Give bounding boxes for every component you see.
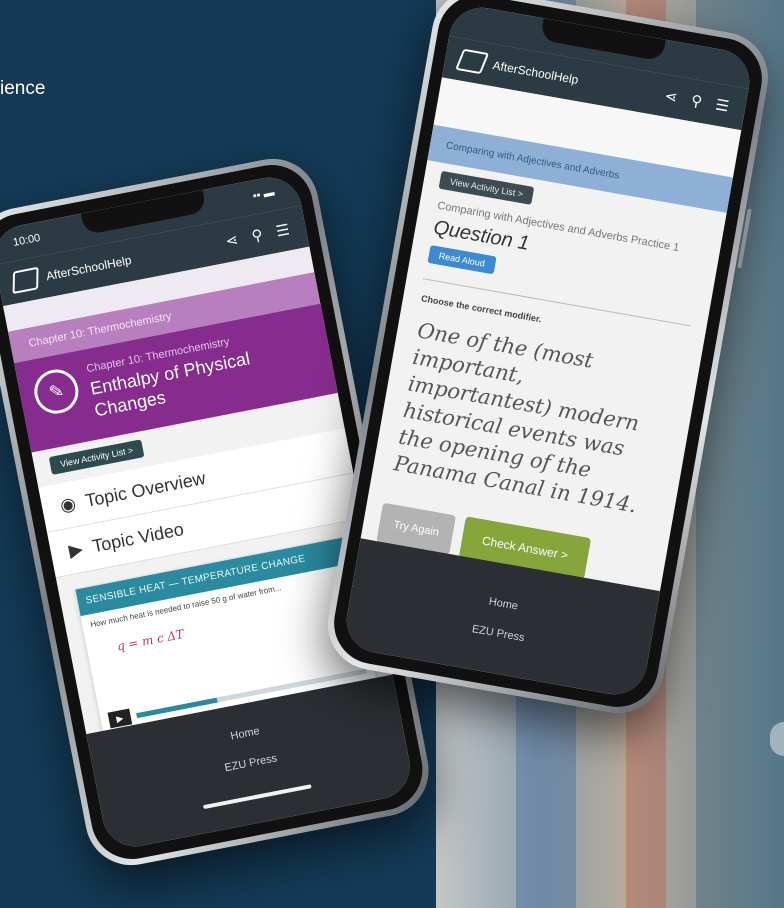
app-name: AfterSchoolHelp bbox=[491, 58, 580, 88]
share-icon[interactable]: ⋖ bbox=[661, 86, 682, 107]
app-logo-icon bbox=[12, 266, 39, 295]
eye-icon: ◉ bbox=[58, 493, 78, 516]
app-name: AfterSchoolHelp bbox=[44, 252, 133, 284]
handwritten-notes: q = m c ΔT bbox=[115, 626, 185, 654]
tab-home[interactable]: Home bbox=[488, 596, 519, 613]
battery-icon: ▪▪ ▬ bbox=[251, 186, 276, 203]
menu-icon[interactable]: ☰ bbox=[712, 95, 733, 116]
search-icon[interactable]: ⚲ bbox=[686, 91, 707, 112]
status-time: 10:00 bbox=[12, 231, 42, 249]
share-icon[interactable]: ⋖ bbox=[221, 230, 242, 251]
tab-home[interactable]: Home bbox=[230, 725, 261, 742]
pencil-circle-icon: ✎ bbox=[30, 365, 83, 418]
search-icon[interactable]: ⚲ bbox=[247, 225, 268, 246]
menu-icon[interactable]: ☰ bbox=[272, 220, 293, 241]
play-triangle-icon: ▶ bbox=[67, 538, 85, 561]
background-partial-text: ience bbox=[0, 78, 46, 99]
app-logo-icon bbox=[455, 48, 490, 75]
read-aloud-button[interactable]: Read Aloud bbox=[427, 245, 497, 275]
tab-ezu-press[interactable]: EZU Press bbox=[471, 623, 525, 644]
tab-ezu-press[interactable]: EZU Press bbox=[224, 752, 279, 774]
section-label: Topic Video bbox=[90, 519, 186, 557]
home-indicator[interactable] bbox=[202, 784, 312, 810]
